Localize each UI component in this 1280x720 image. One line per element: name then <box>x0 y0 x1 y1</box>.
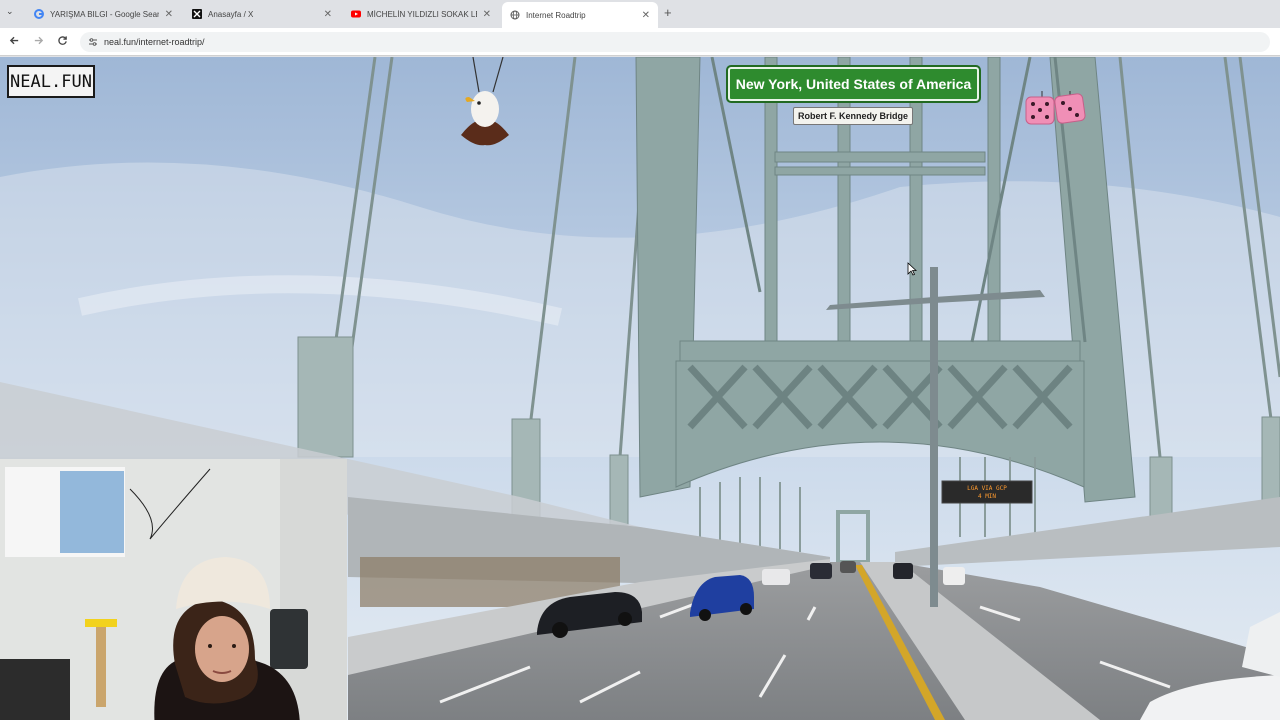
tab-title: Anasayfa / X <box>208 9 254 19</box>
tab-title: Internet Roadtrip <box>526 10 586 20</box>
url-text: neal.fun/internet-roadtrip/ <box>104 37 205 47</box>
location-sign: New York, United States of America <box>726 65 981 103</box>
tab-search-button[interactable]: ⌄ <box>6 6 14 17</box>
site-info-icon[interactable] <box>88 37 98 47</box>
forward-icon[interactable] <box>33 35 44 49</box>
vms-sign-line1: LGA VIA GCP <box>967 485 1007 492</box>
tab-title: YARIŞMA BILGI - Google Search <box>50 9 159 19</box>
mouse-cursor-icon <box>907 262 918 281</box>
browser-tab-bar: ⌄ YARIŞMA BILGI - Google Search ✕ Anasay… <box>0 0 1280 28</box>
back-icon[interactable] <box>9 35 20 49</box>
tab-title: MİCHELİN YILDIZLI SOKAK LEZZ <box>367 9 477 19</box>
browser-toolbar: neal.fun/internet-roadtrip/ <box>0 28 1280 56</box>
tab-internet-roadtrip[interactable]: Internet Roadtrip ✕ <box>502 2 658 28</box>
reload-icon[interactable] <box>57 35 68 49</box>
webcam-overlay <box>0 459 347 720</box>
close-tab-icon[interactable]: ✕ <box>483 9 491 20</box>
new-tab-button[interactable]: + <box>664 5 672 20</box>
close-tab-icon[interactable]: ✕ <box>165 9 173 20</box>
close-tab-icon[interactable]: ✕ <box>324 9 332 20</box>
youtube-icon <box>351 9 361 19</box>
vms-sign-line2: 4 MIN <box>978 493 996 500</box>
globe-icon <box>510 10 520 20</box>
street-view-panorama[interactable]: LGA VIA GCP 4 MIN NEAL.FUN New York, Uni… <box>0 57 1280 720</box>
tab-google-search[interactable]: YARIŞMA BILGI - Google Search ✕ <box>26 4 181 24</box>
eagle-ornament-icon <box>455 57 515 157</box>
x-icon <box>192 9 202 19</box>
dice-ornament-icon <box>1022 91 1088 132</box>
neal-fun-logo[interactable]: NEAL.FUN <box>7 65 95 98</box>
address-bar[interactable]: neal.fun/internet-roadtrip/ <box>80 32 1270 52</box>
tab-x[interactable]: Anasayfa / X ✕ <box>184 4 340 24</box>
google-icon <box>34 9 44 19</box>
close-tab-icon[interactable]: ✕ <box>642 10 650 21</box>
street-name-label: Robert F. Kennedy Bridge <box>793 107 913 125</box>
tab-youtube[interactable]: MİCHELİN YILDIZLI SOKAK LEZZ ✕ <box>343 4 499 24</box>
